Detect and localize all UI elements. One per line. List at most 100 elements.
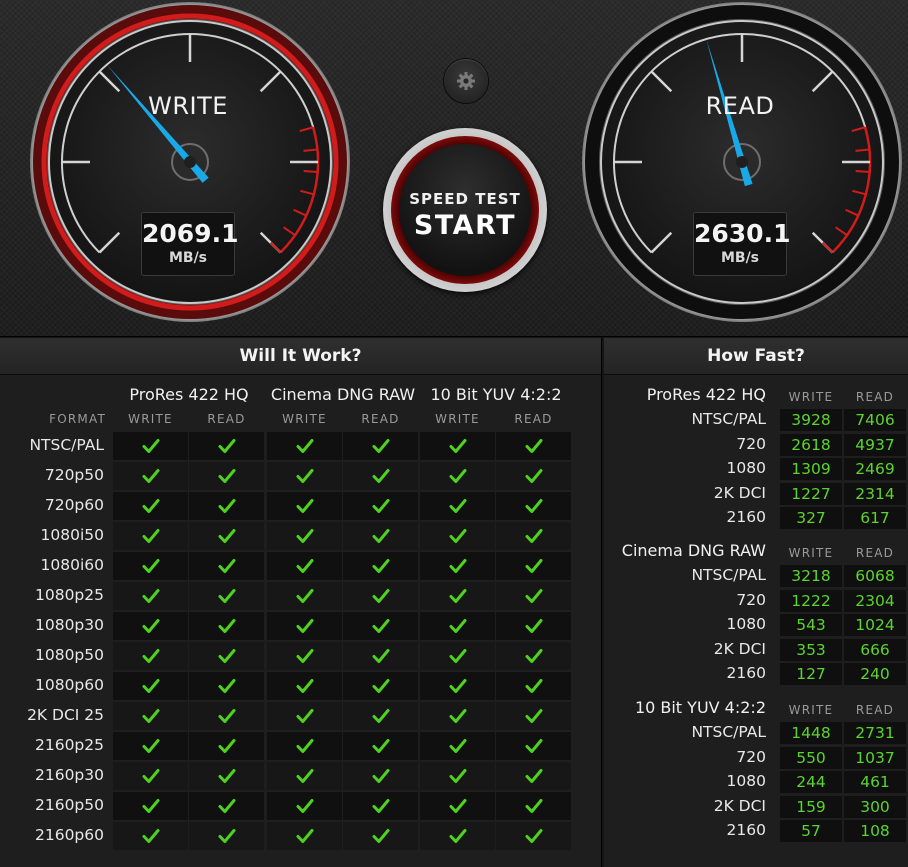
compat-cell — [267, 792, 342, 820]
check-icon — [372, 829, 389, 843]
compat-cell — [113, 762, 188, 790]
check-icon — [296, 769, 313, 783]
check-icon — [296, 709, 313, 723]
read-speed-value: 2630.1 — [694, 219, 791, 248]
check-icon — [449, 709, 466, 723]
format-row-label: 1080p60 — [34, 676, 104, 694]
write-speed-cell: 1309 — [780, 458, 842, 480]
compat-cell — [343, 462, 418, 490]
check-icon — [218, 739, 235, 753]
speed-format-label: 720 — [736, 590, 766, 609]
compat-cell — [420, 522, 495, 550]
check-icon — [218, 799, 235, 813]
read-gauge — [582, 2, 902, 322]
compat-cell — [343, 432, 418, 460]
check-icon — [525, 799, 542, 813]
compat-cell — [113, 822, 188, 850]
check-icon — [449, 799, 466, 813]
check-icon — [525, 559, 542, 573]
check-icon — [449, 769, 466, 783]
speed-format-label: 2K DCI — [713, 483, 766, 502]
check-icon — [449, 739, 466, 753]
write-speed-value: 2069.1 — [142, 219, 239, 248]
check-icon — [372, 739, 389, 753]
check-icon — [525, 619, 542, 633]
compat-cell — [343, 522, 418, 550]
compat-cell — [267, 552, 342, 580]
write-speed-cell: 57 — [780, 820, 842, 842]
check-icon — [525, 709, 542, 723]
compat-cell — [267, 432, 342, 460]
gauge-redline-tick — [855, 148, 870, 152]
compat-cell — [189, 732, 264, 760]
compat-cell — [113, 642, 188, 670]
write-column-label: WRITE — [128, 412, 173, 426]
write-gauge-title: WRITE — [148, 92, 228, 120]
compat-cell — [267, 642, 342, 670]
read-speed-cell: 2314 — [844, 482, 906, 505]
compat-cell — [189, 822, 264, 850]
compat-cell — [496, 642, 571, 670]
group-title: 10 Bit YUV 4:2:2 — [430, 385, 562, 404]
compat-cell — [189, 642, 264, 670]
compat-cell — [343, 762, 418, 790]
check-icon — [218, 829, 235, 843]
write-column-label: WRITE — [435, 412, 480, 426]
check-icon — [296, 739, 313, 753]
write-speed-cell: 244 — [780, 771, 842, 793]
format-row-label: 720p60 — [44, 496, 104, 514]
compat-cell — [189, 492, 264, 520]
write-speed-readout: 2069.1 MB/s — [141, 212, 239, 276]
read-column-label: READ — [855, 390, 895, 404]
check-icon — [296, 559, 313, 573]
write-speed-cell: 3928 — [780, 409, 842, 431]
read-speed-cell: 300 — [844, 795, 906, 818]
check-icon — [449, 439, 466, 453]
write-speed-cell: 353 — [780, 638, 842, 661]
compat-cell — [113, 462, 188, 490]
read-column-label: READ — [855, 546, 895, 560]
speed-format-label: 2K DCI — [713, 639, 766, 658]
check-icon — [525, 469, 542, 483]
compat-cell — [189, 552, 264, 580]
compat-cell — [189, 672, 264, 700]
read-speed-cell: 461 — [844, 771, 906, 793]
compat-cell — [267, 522, 342, 550]
compat-cell — [496, 822, 571, 850]
check-icon — [449, 469, 466, 483]
compat-cell — [113, 432, 188, 460]
start-button-face: SPEED TEST START — [399, 144, 531, 276]
compat-cell — [343, 732, 418, 760]
compat-cell — [420, 822, 495, 850]
format-row-label: 1080p50 — [34, 646, 104, 664]
compat-cell — [343, 792, 418, 820]
check-icon — [449, 499, 466, 513]
compat-cell — [420, 762, 495, 790]
speed-format-label: 1080 — [726, 615, 766, 633]
speed-format-label: NTSC/PAL — [691, 410, 766, 428]
start-button-ring: SPEED TEST START — [391, 136, 539, 284]
settings-button[interactable] — [444, 59, 488, 103]
compat-cell — [496, 702, 571, 730]
compat-cell — [267, 582, 342, 610]
speed-format-label: 2K DCI — [713, 796, 766, 815]
speed-test-start-button[interactable]: SPEED TEST START — [383, 128, 547, 292]
compat-cell — [267, 732, 342, 760]
compat-cell — [267, 462, 342, 490]
compat-cell — [420, 462, 495, 490]
write-speed-cell: 543 — [780, 614, 842, 636]
check-icon — [296, 529, 313, 543]
read-speed-cell: 666 — [844, 638, 906, 661]
speed-group-title: ProRes 422 HQ — [646, 385, 766, 404]
start-button-caption: SPEED TEST — [409, 190, 521, 208]
check-icon — [449, 529, 466, 543]
check-icon — [296, 469, 313, 483]
check-icon — [372, 559, 389, 573]
format-row-label: 2160p60 — [34, 826, 104, 844]
read-speed-cell: 4937 — [844, 433, 906, 456]
check-icon — [296, 829, 313, 843]
format-row-label: 1080p25 — [34, 586, 104, 604]
compat-cell — [113, 702, 188, 730]
check-icon — [372, 619, 389, 633]
write-speed-cell: 327 — [780, 507, 842, 529]
